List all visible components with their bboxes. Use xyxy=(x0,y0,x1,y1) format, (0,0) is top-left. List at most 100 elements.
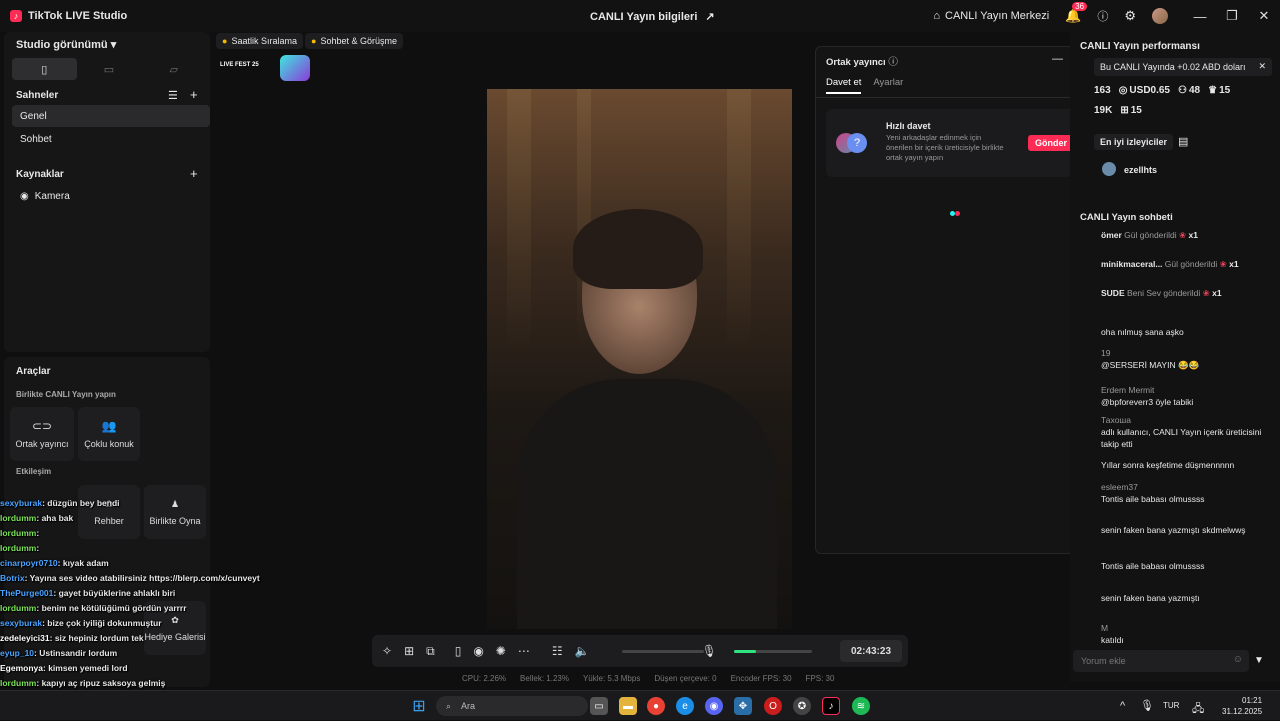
studio-view-dropdown[interactable]: Studio görünümü ▾ xyxy=(16,38,116,51)
mic-icon[interactable]: 🎙 xyxy=(1140,699,1154,712)
taskbar-search[interactable]: ⌕ Ara xyxy=(436,696,588,716)
comment-input[interactable]: Yorum ekle ☺ xyxy=(1073,650,1249,672)
overlay-chat-line: lordumm: xyxy=(0,541,300,556)
chrome-icon[interactable]: ● xyxy=(647,697,665,715)
chat-message: Yıllar sonra keşfetime düşmennnnn xyxy=(1101,459,1276,471)
divider xyxy=(816,97,1091,98)
clock[interactable]: 01:21 31.12.2025 xyxy=(1222,695,1262,717)
volume-slider[interactable] xyxy=(622,650,704,653)
scene-item[interactable]: Sohbet xyxy=(12,128,210,150)
tree-trunk xyxy=(507,89,531,349)
settings-button[interactable]: ⚙ xyxy=(1124,8,1136,24)
performance-stats: CPU: 2.26% Bellek: 1.23% Yükle: 5.3 Mbps Dü… xyxy=(462,674,834,683)
chat-text: : kıyak adam xyxy=(57,558,109,568)
chat-text: : kapıyı aç ripuz saksoya gelmiş xyxy=(36,678,166,688)
multi-guest-tool[interactable]: 👥 Çoklu konuk xyxy=(78,407,140,461)
top-viewers-tab[interactable]: En iyi izleyiciler xyxy=(1094,134,1174,150)
list-icon[interactable]: ☰ xyxy=(168,89,178,102)
emoji-icon[interactable]: ☺ xyxy=(1233,654,1243,665)
help-button[interactable]: ⓘ xyxy=(1097,8,1108,24)
profile-avatar[interactable] xyxy=(1152,8,1168,24)
tiktok-logo-icon: ♪ xyxy=(10,10,22,22)
tree-trunk xyxy=(727,89,751,349)
edge-icon[interactable]: e xyxy=(676,697,694,715)
gift-message: SUDE Beni Sev gönderildi ❀ x1 xyxy=(1101,287,1276,299)
transition-icon[interactable]: ⧉ xyxy=(426,644,435,659)
hourly-ranking-tag[interactable]: ● Saatlik Sıralama xyxy=(216,33,303,49)
flame-icon: ● xyxy=(222,36,228,46)
mic-slider[interactable] xyxy=(734,650,812,653)
gift-message: minikmaceral... Gül gönderildi ❀ x1 xyxy=(1101,258,1276,270)
network-icon[interactable]: 🖧 xyxy=(1192,700,1204,719)
volume-icon[interactable]: 🔈 xyxy=(575,644,590,658)
rose-icon: ❀ xyxy=(1179,230,1187,240)
chevron-down-icon: ▾ xyxy=(110,39,117,51)
tiktok-studio-icon[interactable]: ♪ xyxy=(822,697,840,715)
landscape-option[interactable]: ▭ xyxy=(77,58,142,80)
users-icon: 👥 xyxy=(101,419,117,433)
coin-icon: ◎ xyxy=(1118,85,1128,96)
chat-text: adlı kullanıcı, CANLI Yayın içerik üreti… xyxy=(1101,427,1262,449)
chat-text: Tontis aile babası olmussss xyxy=(1101,561,1205,571)
overlay-chat-line: lordumm: aha bak xyxy=(0,511,300,526)
chat-text: : gayet büyüklerine ahlaklı biri xyxy=(53,588,176,598)
minimize-button[interactable]: — xyxy=(1184,9,1216,24)
magic-wand-icon[interactable]: ✧ xyxy=(382,644,392,658)
notification-button[interactable]: 🔔 36 xyxy=(1065,2,1088,24)
record-icon[interactable]: ◉ xyxy=(473,644,483,658)
performance-title: CANLI Yayın performansı xyxy=(1080,41,1200,52)
person-hair xyxy=(573,209,703,289)
task-view-icon[interactable]: ▭ xyxy=(590,697,608,715)
avatar xyxy=(1152,8,1168,24)
windows-start-icon[interactable]: ⊞ xyxy=(410,697,428,715)
chat-meetup-tag[interactable]: ● Sohbet & Görüşme xyxy=(305,33,403,49)
chat-text: : bize çok iyiliği dokunmuştur xyxy=(42,618,162,628)
effects-icon[interactable]: ✺ xyxy=(496,644,506,658)
overlay-chat: sexyburak: düzgün bey bendi lordumm: aha … xyxy=(0,496,300,721)
chevron-up-icon[interactable]: ^ xyxy=(1120,700,1125,712)
source-item[interactable]: ◉ Kamera xyxy=(12,185,210,207)
mixer-icon[interactable]: ☷ xyxy=(552,644,563,658)
portrait-option[interactable]: ▯ xyxy=(12,58,77,80)
rank-icon: ♛ xyxy=(1208,85,1218,96)
home-icon: ⌂ xyxy=(933,10,941,22)
maximize-button[interactable]: ❐ xyxy=(1216,8,1248,24)
spotify-icon[interactable]: ≋ xyxy=(852,697,870,715)
close-button[interactable]: ✕ xyxy=(1248,8,1280,24)
tab-settings[interactable]: Ayarlar xyxy=(873,77,903,94)
add-source-icon[interactable]: ⊞ xyxy=(404,644,414,658)
dual-option[interactable]: ▱ xyxy=(141,58,206,80)
tab-invite[interactable]: Davet et xyxy=(826,77,862,94)
app-icon[interactable]: ✪ xyxy=(793,697,811,715)
share-icon[interactable]: ↗ xyxy=(705,10,714,23)
phone-icon[interactable]: ▯ xyxy=(455,644,462,658)
search-icon: ⌕ xyxy=(446,700,452,711)
add-scene-icon[interactable]: + xyxy=(190,87,198,102)
live-info-title[interactable]: CANLI Yayın bilgileri ↗ xyxy=(590,10,715,24)
more-icon[interactable]: ⋯ xyxy=(518,644,530,658)
minimize-icon[interactable]: — xyxy=(1052,53,1063,65)
title-actions: ⌂ CANLI Yayın Merkezi 🔔 36 ⓘ ⚙ — ❐ ✕ xyxy=(933,0,1280,32)
viewer-name[interactable]: ezellhts xyxy=(1124,165,1157,175)
cohost-tool[interactable]: ⊂⊃ Ortak yayıncı xyxy=(10,407,74,461)
chat-message: senin faken bana yazmıştı xyxy=(1101,592,1276,604)
scene-item[interactable]: Genel xyxy=(12,105,210,127)
opera-icon[interactable]: O xyxy=(764,697,782,715)
gift-icon: ⊞ xyxy=(1120,105,1129,116)
add-source-icon[interactable]: + xyxy=(190,166,198,181)
discord-icon[interactable]: ◉ xyxy=(705,697,723,715)
folder-icon[interactable]: ▬ xyxy=(619,697,637,715)
chat-username: ömer xyxy=(1101,230,1122,240)
send-invite-button[interactable]: Gönder xyxy=(1028,135,1074,151)
steam-icon[interactable]: ✥ xyxy=(734,697,752,715)
orientation-toggle: ▯ ▭ ▱ xyxy=(12,58,206,80)
scenes-header: Sahneler xyxy=(16,90,59,101)
language-indicator[interactable]: TUR xyxy=(1163,701,1179,710)
send-icon[interactable]: ▼ xyxy=(1254,655,1264,666)
help-icon[interactable]: ⓘ xyxy=(888,57,898,68)
stat-item: Yükle: 5.3 Mbps xyxy=(582,674,641,683)
close-icon[interactable]: ✕ xyxy=(1258,61,1266,72)
chat-username: cinarpoyr0710 xyxy=(0,558,58,568)
list-icon[interactable]: ▤ xyxy=(1178,135,1188,148)
live-center-button[interactable]: ⌂ CANLI Yayın Merkezi xyxy=(933,10,1049,22)
